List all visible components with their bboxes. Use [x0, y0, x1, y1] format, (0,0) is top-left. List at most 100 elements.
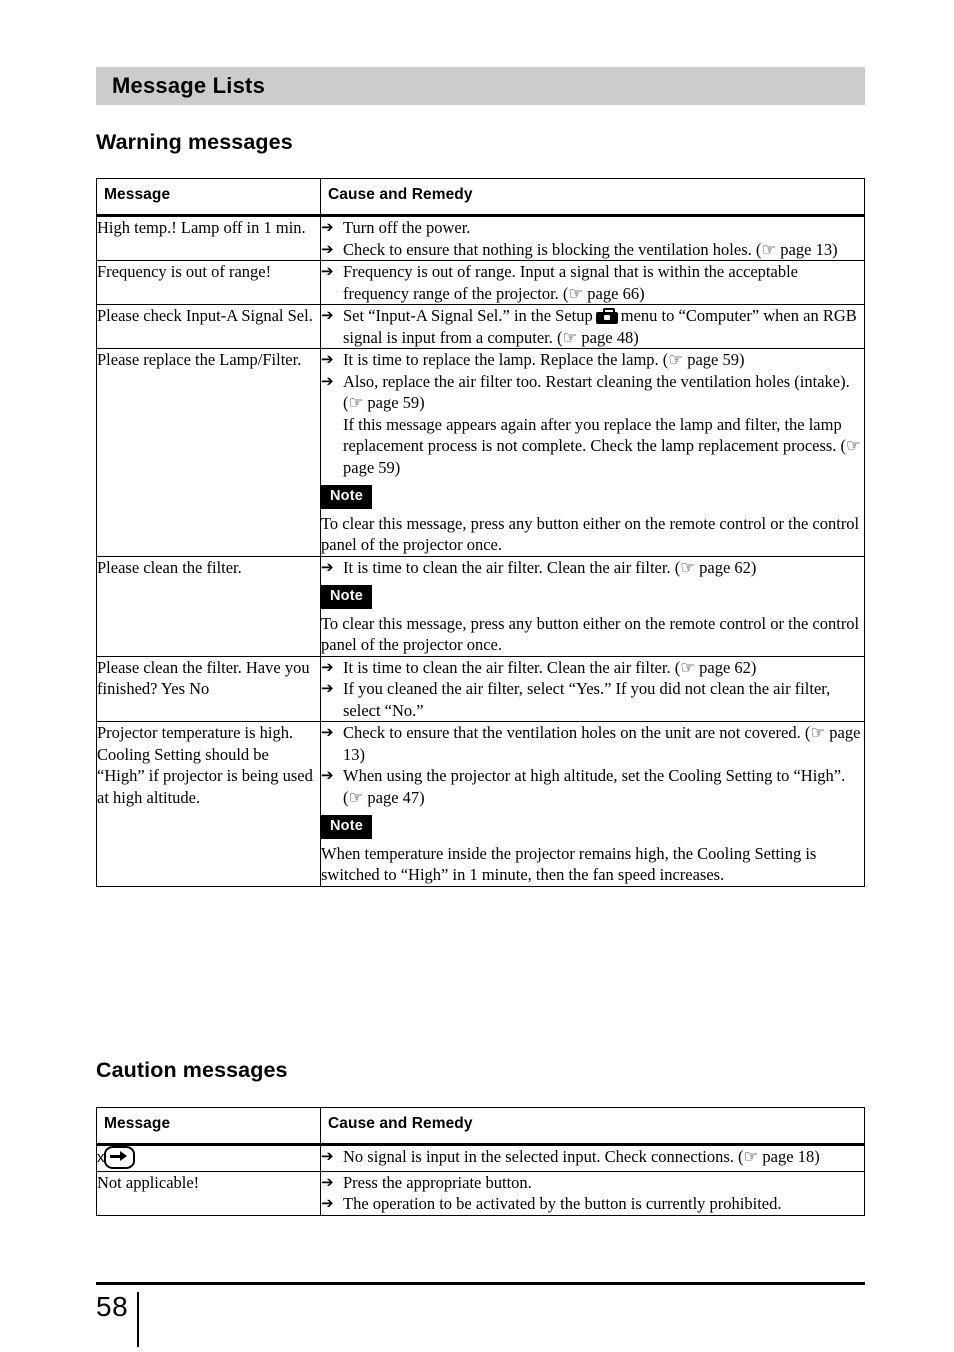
- table-row: High temp.! Lamp off in 1 min. ➔ Turn off…: [96, 215, 865, 261]
- arrow-bullet-icon: ➔: [321, 371, 334, 390]
- caution-messages-table: Message Cause and Remedy x ➔ No signal is…: [96, 1107, 865, 1216]
- message-cell: Please clean the filter.: [96, 555, 321, 657]
- footer-divider: [96, 1282, 865, 1285]
- note-badge: Note: [321, 485, 373, 509]
- list-item: ➔ If you cleaned the air filter, select “…: [321, 678, 864, 721]
- table-row: Frequency is out of range! ➔ Frequency is…: [96, 260, 865, 305]
- message-cell: Frequency is out of range!: [96, 260, 321, 305]
- remedy-list: ➔ Set “Input-A Signal Sel.” in the Setup m…: [321, 305, 864, 348]
- table-row: x ➔ No signal is input in the selected in…: [96, 1144, 865, 1172]
- list-item-text: Check to ensure that nothing is blocking…: [343, 239, 838, 259]
- list-item: ➔ Press the appropriate button.: [321, 1172, 864, 1194]
- cause-cell: ➔ Frequency is out of range. Input a sign…: [320, 260, 865, 305]
- note-badge: Note: [321, 815, 373, 839]
- cause-cell: ➔ Check to ensure that the ventilation ho…: [320, 721, 865, 887]
- cause-cell: ➔ Set “Input-A Signal Sel.” in the Setup m…: [320, 304, 865, 349]
- list-item-text: It is time to clean the air filter. Clea…: [343, 657, 757, 677]
- arrow-bullet-icon: ➔: [321, 1194, 334, 1212]
- arrow-bullet-icon: ➔: [321, 1172, 334, 1191]
- heading-caution-messages: Caution messages: [96, 1058, 288, 1082]
- list-item: ➔ It is time to replace the lamp. Replace…: [321, 349, 864, 371]
- table-row: Please check Input-A Signal Sel. ➔ Set “I…: [96, 304, 865, 349]
- remedy-list: ➔ It is time to clean the air filter. Cle…: [321, 657, 864, 722]
- arrow-bullet-icon: ➔: [321, 657, 334, 676]
- arrow-bullet-icon: ➔: [321, 1147, 334, 1165]
- arrow-bullet-icon: ➔: [321, 723, 334, 741]
- message-cell: x: [96, 1144, 321, 1172]
- arrow-bullet-icon: ➔: [321, 239, 334, 258]
- input-arrow-box-icon: [103, 1146, 135, 1169]
- note-text: When temperature inside the projector re…: [321, 843, 817, 885]
- list-item: ➔ It is time to clean the air filter. Cle…: [321, 657, 864, 679]
- table-header-row: Message Cause and Remedy: [96, 1107, 865, 1146]
- list-item: ➔ Turn off the power.: [321, 217, 864, 239]
- list-item: ➔ It is time to clean the air filter. Cle…: [321, 557, 864, 579]
- manual-page: Message Lists Warning messages Message C…: [0, 0, 954, 1352]
- section-header-band: Message Lists: [96, 67, 865, 105]
- cause-cell: ➔ It is time to replace the lamp. Replace…: [320, 348, 865, 557]
- arrow-bullet-icon: ➔: [321, 262, 334, 280]
- column-header-cause: Cause and Remedy: [320, 1107, 865, 1146]
- cause-cell: ➔ It is time to clean the air filter. Cle…: [320, 555, 865, 657]
- remedy-list: ➔ Press the appropriate button. ➔ The oper…: [321, 1172, 864, 1215]
- message-cell: High temp.! Lamp off in 1 min.: [96, 215, 321, 261]
- setup-toolbox-icon: [595, 308, 618, 324]
- list-item: ➔ The operation to be activated by the bu…: [321, 1193, 864, 1215]
- arrow-bullet-icon: ➔: [321, 679, 334, 697]
- list-item-text: When using the projector at high altitud…: [343, 766, 846, 807]
- list-item-text: Also, replace the air filter too. Restar…: [343, 371, 850, 413]
- list-item-text: It is time to replace the lamp. Replace …: [343, 350, 745, 369]
- arrow-bullet-icon: ➔: [321, 766, 334, 784]
- list-item-text-part1: Set “Input-A Signal Sel.” in the Setup: [343, 306, 593, 325]
- footer-tick-mark: [137, 1292, 139, 1347]
- page-number: 58: [96, 1291, 129, 1322]
- list-item-text: Turn off the power.: [343, 218, 471, 237]
- list-item-text: Press the appropriate button.: [343, 1172, 532, 1192]
- arrow-bullet-icon: ➔: [321, 306, 334, 324]
- column-header-cause: Cause and Remedy: [320, 178, 865, 217]
- table-row: Not applicable! ➔ Press the appropriate b…: [96, 1170, 865, 1216]
- list-item-text: Check to ensure that the ventilation hol…: [343, 723, 861, 764]
- column-header-message: Message: [96, 1107, 321, 1146]
- remedy-list: ➔ No signal is input in the selected inpu…: [321, 1146, 864, 1168]
- cause-cell: ➔ It is time to clean the air filter. Cle…: [320, 655, 865, 722]
- table-header-row: Message Cause and Remedy: [96, 178, 865, 217]
- remedy-list: ➔ Turn off the power. ➔ Check to ensure th…: [321, 217, 864, 260]
- list-item-text: Frequency is out of range. Input a signa…: [343, 262, 798, 303]
- column-header-message: Message: [96, 178, 321, 217]
- list-item-text: If you cleaned the air filter, select “Y…: [343, 679, 831, 720]
- list-item: ➔ Check to ensure that the ventilation ho…: [321, 722, 864, 765]
- remedy-list: ➔ Frequency is out of range. Input a sign…: [321, 261, 864, 304]
- remedy-list: ➔ Check to ensure that the ventilation ho…: [321, 722, 864, 808]
- cause-cell: ➔ No signal is input in the selected inpu…: [320, 1144, 865, 1172]
- remedy-list: ➔ It is time to clean the air filter. Cle…: [321, 557, 864, 579]
- table-row: Projector temperature is high. Cooling S…: [96, 721, 865, 887]
- note-text: To clear this message, press any button …: [321, 513, 860, 555]
- table-row: Please clean the filter. Have you finish…: [96, 655, 865, 722]
- list-item-text: It is time to clean the air filter. Clea…: [343, 557, 757, 577]
- arrow-bullet-icon: ➔: [321, 218, 334, 236]
- remedy-list: ➔ It is time to replace the lamp. Replace…: [321, 349, 864, 414]
- arrow-bullet-icon: ➔: [321, 350, 334, 368]
- list-item: ➔ When using the projector at high altitu…: [321, 765, 864, 808]
- message-cell: Please check Input-A Signal Sel.: [96, 304, 321, 349]
- heading-warning-messages: Warning messages: [96, 130, 293, 154]
- warning-messages-table: Message Cause and Remedy High temp.! Lam…: [96, 178, 865, 887]
- list-item: ➔ Check to ensure that nothing is blockin…: [321, 239, 864, 261]
- note-badge: Note: [321, 585, 373, 609]
- cause-cell: ➔ Turn off the power. ➔ Check to ensure th…: [320, 215, 865, 261]
- continuation-text: If this message appears again after you …: [343, 414, 861, 477]
- table-row: Please replace the Lamp/Filter. ➔ It is t…: [96, 348, 865, 557]
- list-item-text: No signal is input in the selected input…: [343, 1147, 820, 1166]
- cause-cell: ➔ Press the appropriate button. ➔ The oper…: [320, 1170, 865, 1216]
- message-cell: Not applicable!: [96, 1170, 321, 1216]
- list-item: ➔ Frequency is out of range. Input a sign…: [321, 261, 864, 304]
- section-title: Message Lists: [112, 73, 266, 98]
- list-item: ➔ Also, replace the air filter too. Resta…: [321, 371, 864, 414]
- arrow-bullet-icon: ➔: [321, 557, 334, 576]
- list-item: ➔ Set “Input-A Signal Sel.” in the Setup m…: [321, 305, 864, 348]
- table-row: Please clean the filter. ➔ It is time to …: [96, 555, 865, 657]
- x-no-input-icon: x: [97, 1146, 135, 1169]
- message-cell: Please replace the Lamp/Filter.: [96, 348, 321, 557]
- note-text: To clear this message, press any button …: [321, 613, 860, 655]
